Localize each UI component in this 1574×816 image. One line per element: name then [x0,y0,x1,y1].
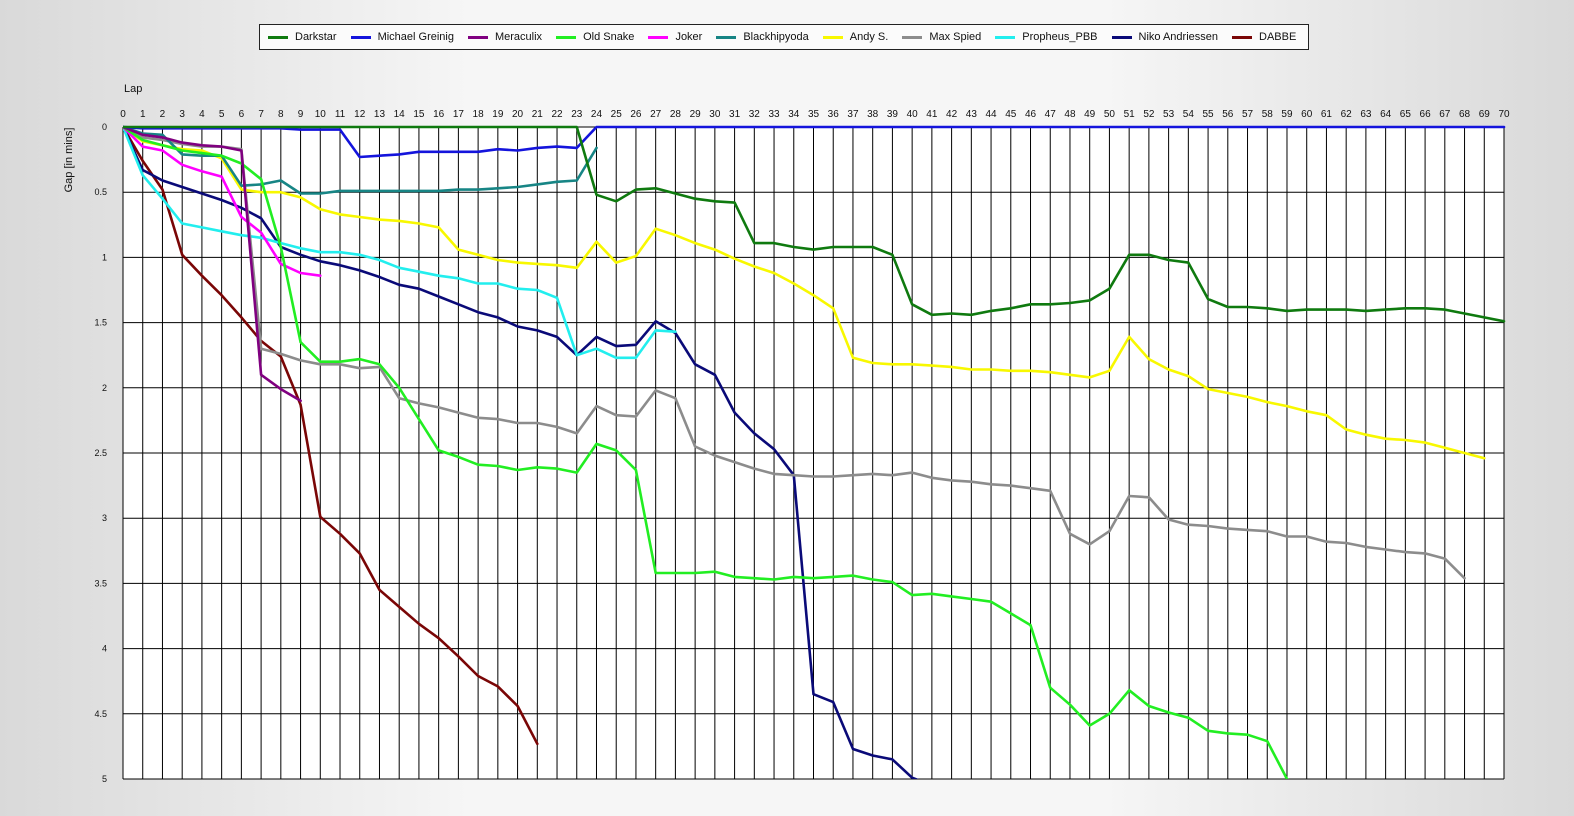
x-tick-label: 34 [788,109,800,120]
x-tick-label: 63 [1360,109,1372,120]
x-tick-label: 10 [315,109,327,120]
x-axis-label: Lap [124,83,142,95]
x-tick-label: 15 [413,109,425,120]
y-tick-label: 3.5 [94,578,107,588]
x-tick-label: 52 [1143,109,1155,120]
x-tick-label: 19 [492,109,504,120]
x-tick-label: 3 [179,109,185,120]
y-tick-label: 2.5 [94,448,107,458]
x-tick-label: 30 [709,109,721,120]
x-tick-label: 43 [966,109,978,120]
y-tick-label: 4.5 [94,709,107,719]
x-tick-label: 14 [394,109,406,120]
x-tick-label: 33 [768,109,780,120]
x-tick-label: 44 [985,109,997,120]
x-tick-label: 11 [335,109,346,120]
y-axis-label: Gap [in mins] [63,128,75,193]
x-tick-label: 70 [1498,109,1510,120]
x-tick-label: 49 [1084,109,1096,120]
x-tick-label: 51 [1124,109,1136,120]
x-tick-label: 60 [1301,109,1313,120]
x-tick-label: 0 [120,109,126,120]
x-tick-label: 54 [1183,109,1195,120]
y-tick-labels: 0 0.5 1 1.5 2 2.5 3 3.5 4 4.5 5 [94,122,107,784]
y-tick-label: 2 [102,383,107,393]
x-tick-label: 23 [571,109,583,120]
x-tick-label: 5 [219,109,225,120]
x-tick-label: 38 [867,109,879,120]
x-tick-label: 57 [1242,109,1254,120]
x-tick-label: 41 [926,109,938,120]
x-tick-label: 39 [887,109,899,120]
x-tick-label: 67 [1439,109,1451,120]
x-tick-label: 28 [670,109,682,120]
x-tick-label: 7 [258,109,264,120]
x-tick-label: 16 [433,109,445,120]
x-tick-label: 37 [847,109,859,120]
x-tick-label: 35 [808,109,820,120]
x-tick-label: 1 [140,109,146,120]
x-tick-label: 22 [551,109,563,120]
x-tick-label: 62 [1341,109,1353,120]
y-tick-label: 4 [102,644,107,654]
x-tick-label: 8 [278,109,284,120]
y-tick-label: 0.5 [94,187,107,197]
x-tick-label: 24 [591,109,603,120]
x-tick-label: 50 [1104,109,1116,120]
x-tick-label: 42 [946,109,958,120]
x-tick-label: 59 [1281,109,1293,120]
y-tick-label: 1 [102,252,107,262]
y-tick-label: 3 [102,513,107,523]
x-tick-label: 48 [1064,109,1076,120]
x-tick-label: 68 [1459,109,1471,120]
x-tick-label: 18 [473,109,485,120]
x-tick-label: 29 [690,109,702,120]
x-tick-label: 56 [1222,109,1234,120]
x-tick-label: 45 [1005,109,1017,120]
y-tick-label: 0 [102,122,107,132]
x-tick-label: 36 [828,109,840,120]
x-tick-label: 69 [1479,109,1491,120]
x-tick-label: 64 [1380,109,1392,120]
x-tick-label: 32 [749,109,761,120]
x-tick-label: 17 [453,109,465,120]
x-tick-label: 6 [239,109,245,120]
x-tick-label: 61 [1321,109,1333,120]
x-tick-label: 12 [354,109,366,120]
x-tick-label: 46 [1025,109,1037,120]
x-tick-label: 4 [199,109,205,120]
x-tick-label: 13 [374,109,386,120]
lap-gap-chart: 0 1 2 3 4 5 6 7 8 9 10 11 12 13 14 15 16 17 18 19 20 21 22 23 24… [63,83,1510,784]
x-tick-label: 58 [1262,109,1274,120]
x-tick-label: 55 [1203,109,1215,120]
x-tick-label: 31 [729,109,741,120]
x-tick-label: 21 [532,109,544,120]
x-tick-label: 27 [650,109,662,120]
x-tick-label: 20 [512,109,524,120]
x-tick-label: 26 [630,109,642,120]
x-tick-label: 25 [611,109,623,120]
x-tick-labels: 0 1 2 3 4 5 6 7 8 9 10 11 12 13 14 15 16 17 18 19 20 21 22 23 24… [120,109,1510,120]
x-tick-label: 66 [1420,109,1432,120]
x-tick-label: 65 [1400,109,1412,120]
x-tick-label: 53 [1163,109,1175,120]
x-tick-label: 2 [160,109,166,120]
y-tick-label: 5 [102,774,107,784]
x-tick-label: 9 [298,109,304,120]
x-tick-label: 47 [1045,109,1057,120]
x-tick-label: 40 [907,109,919,120]
y-tick-label: 1.5 [94,318,107,328]
